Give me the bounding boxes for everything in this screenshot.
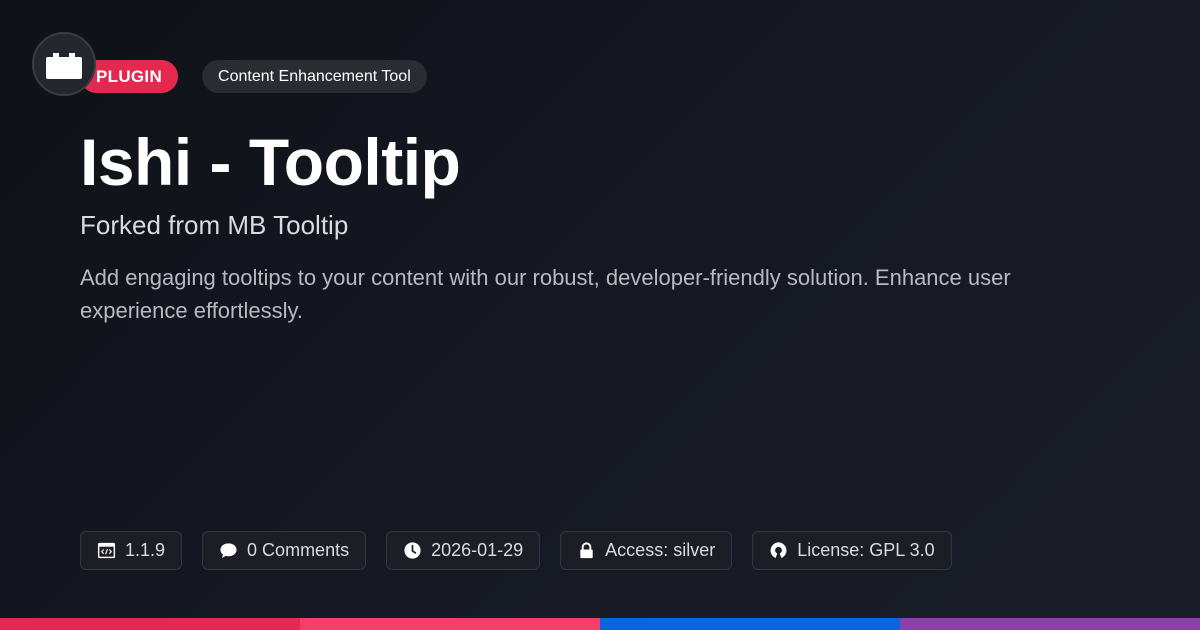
meta-row: 1.1.9 0 Comments 2026-01-29 Access: silv… <box>80 531 952 570</box>
clock-icon <box>404 542 421 559</box>
license-label: License: GPL 3.0 <box>797 540 935 560</box>
comments-label: 0 Comments <box>247 540 350 560</box>
stripe-segment <box>900 618 1200 630</box>
plugin-logo <box>32 32 96 96</box>
open-source-icon <box>770 542 787 559</box>
page-subtitle: Forked from MB Tooltip <box>80 210 349 240</box>
category-badge[interactable]: Content Enhancement Tool <box>202 60 427 93</box>
date-chip: 2026-01-29 <box>386 531 541 570</box>
stripe-segment <box>300 618 600 630</box>
page-title: Ishi - Tooltip <box>80 125 461 199</box>
access-chip: Access: silver <box>560 531 733 570</box>
version-chip: 1.1.9 <box>80 531 183 570</box>
lock-icon <box>580 542 593 559</box>
stripe-segment <box>0 618 300 630</box>
color-stripe <box>0 618 1200 630</box>
comments-chip[interactable]: 0 Comments <box>202 531 367 570</box>
badge-row: PLUGIN Content Enhancement Tool <box>80 60 427 93</box>
version-label: 1.1.9 <box>125 540 166 560</box>
code-window-icon <box>97 542 116 559</box>
comment-icon <box>220 543 237 558</box>
page-description: Add engaging tooltips to your content wi… <box>80 265 1011 323</box>
plugin-icon <box>46 53 82 79</box>
date-label: 2026-01-29 <box>431 540 524 560</box>
access-label: Access: silver <box>605 540 716 560</box>
license-chip[interactable]: License: GPL 3.0 <box>752 531 952 570</box>
stripe-segment <box>600 618 900 630</box>
